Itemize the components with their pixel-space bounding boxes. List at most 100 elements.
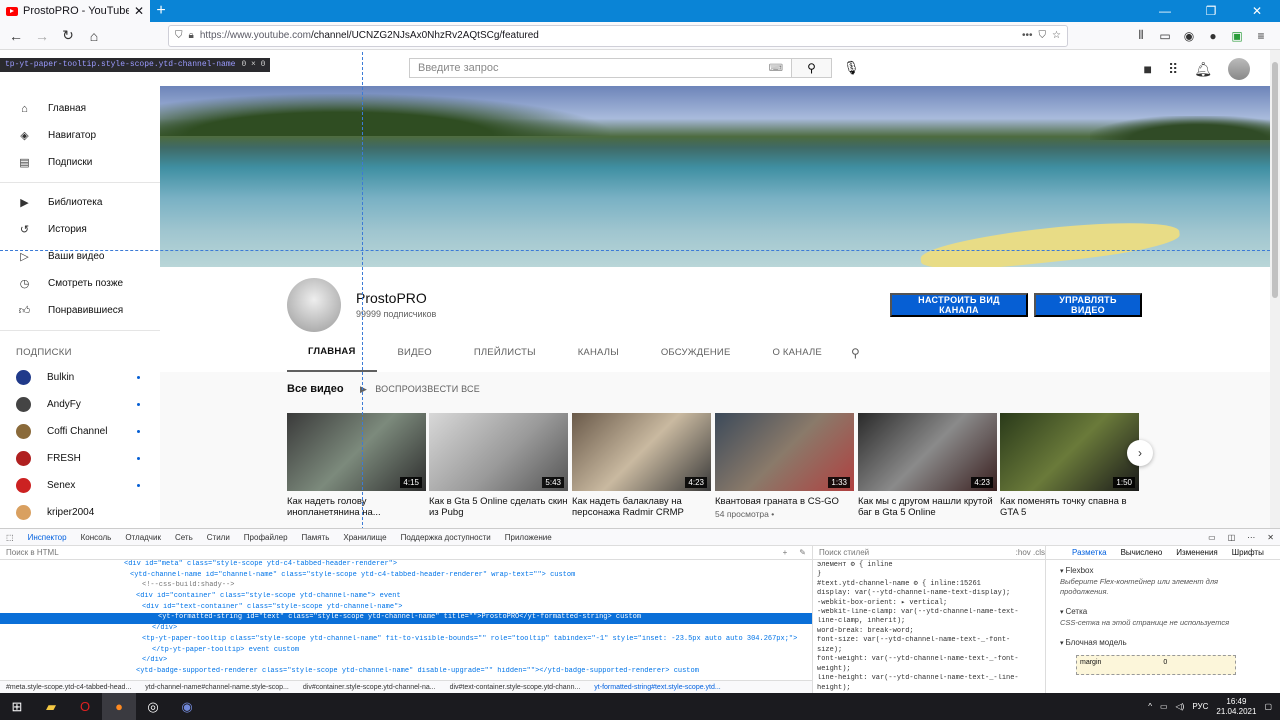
css-rule-line[interactable]: -webkit-box-orient: ▸ vertical; — [813, 598, 1045, 608]
breadcrumb-item[interactable]: ytd-channel-name#channel-name.style-scop… — [145, 684, 289, 691]
customize-channel-button[interactable]: НАСТРОИТЬ ВИД КАНАЛА — [890, 293, 1028, 317]
tab-home[interactable]: ГЛАВНАЯ — [287, 333, 377, 372]
video-thumbnail[interactable]: 5:43 — [429, 413, 568, 491]
sidebar-sub-item[interactable]: FRESH — [0, 445, 160, 472]
html-line[interactable]: <ytd-channel-name id="channel-name" clas… — [0, 571, 812, 582]
notifications-icon[interactable]: ▢ — [1264, 702, 1272, 711]
tab-playlists[interactable]: ПЛЕЙЛИСТЫ — [453, 333, 557, 372]
html-line[interactable]: <div id="text-container" class="style-sc… — [0, 603, 812, 614]
css-rule-line[interactable]: line-height: var(--ytd-channel-name-text… — [813, 674, 1045, 684]
video-card[interactable]: 4:23 Как мы с другом нашли крутой баг в … — [858, 413, 997, 518]
sidebar-item-subscriptions[interactable]: ▤ Подписки — [0, 149, 160, 176]
sidebar-item-library[interactable]: ▶ Библиотека — [0, 189, 160, 216]
responsive-icon[interactable]: ▭ — [1208, 533, 1216, 542]
css-rule-line[interactable]: #text.ytd-channel-name ⚙ { inline:15261 — [813, 579, 1045, 589]
css-rule-line[interactable]: font-size: var(--ytd-channel-name-text-_… — [813, 636, 1045, 646]
section-title[interactable]: Все видео — [287, 383, 344, 395]
volume-icon[interactable]: ◁) — [1176, 702, 1185, 711]
sidebar-sub-item[interactable]: Senex — [0, 472, 160, 499]
clock[interactable]: 16:49 21.04.2021 — [1216, 697, 1256, 717]
reload-icon[interactable]: ↻ — [56, 24, 80, 48]
create-video-icon[interactable]: ■ — [1143, 61, 1151, 77]
tab-videos[interactable]: ВИДЕО — [377, 333, 453, 372]
bookmark-star-icon[interactable]: ☆ — [1052, 30, 1061, 41]
browser-tab[interactable]: ProstoPRO - YouTube ✕ — [0, 0, 150, 22]
url-text[interactable]: https://www.youtube.com/channel/UCNZG2NJ… — [200, 30, 1016, 41]
sidebar-item-history[interactable]: ↺ История — [0, 216, 160, 243]
video-card[interactable]: 1:50 Как поменять точку спавна в GTA 5 — [1000, 413, 1139, 518]
shield-icon[interactable]: ⛉ — [175, 30, 183, 41]
sidebar-sub-item[interactable]: kriper2004 — [0, 499, 160, 526]
search-button[interactable]: ⚲ — [792, 58, 832, 78]
address-bar[interactable]: ⛉ 🔒︎ https://www.youtube.com/channel/UCN… — [168, 24, 1068, 47]
play-all-button[interactable]: ▶ ВОСПРОИЗВЕСТИ ВСЕ — [360, 384, 480, 395]
css-rule-line[interactable]: -webkit-line-clamp: var(--ytd-channel-na… — [813, 608, 1045, 618]
css-rule-line[interactable]: } — [813, 570, 1045, 580]
file-explorer-icon[interactable]: ▰ — [34, 693, 68, 720]
page-scrollbar[interactable] — [1270, 50, 1280, 530]
boxmodel-section[interactable]: Блочная модель — [1046, 632, 1280, 649]
changes-tab[interactable]: Изменения — [1176, 548, 1217, 557]
video-title[interactable]: Как поменять точку спавна в GTA 5 — [1000, 496, 1139, 518]
opera-icon[interactable]: O — [68, 693, 102, 720]
sidebar-item-your-videos[interactable]: ▷ Ваши видео — [0, 243, 160, 270]
devtools-tab-memory[interactable]: Память — [302, 533, 330, 542]
apps-icon[interactable]: ⠿ — [1168, 61, 1178, 78]
styles-filter[interactable]: Поиск стилей :hov .cls — [813, 546, 1045, 560]
video-card[interactable]: 5:43 Как в Gta 5 Online сделать скин из … — [429, 413, 568, 518]
lock-icon[interactable]: 🔒︎ — [189, 30, 194, 41]
sidebar-icon[interactable]: ▭ — [1156, 27, 1174, 45]
language-indicator[interactable]: РУС — [1192, 702, 1208, 711]
html-line[interactable]: <!--css-build:shady--> — [0, 581, 812, 592]
carousel-next-button[interactable]: › — [1127, 440, 1153, 466]
video-card[interactable]: 4:23 Как надеть балаклаву на персонажа R… — [572, 413, 711, 518]
html-line[interactable]: <ytd-badge-supported-renderer class="sty… — [0, 667, 812, 678]
close-tab-icon[interactable]: ✕ — [134, 4, 144, 18]
fonts-tab[interactable]: Шрифты — [1232, 548, 1264, 557]
html-line[interactable]: </tp-yt-paper-tooltip> event custom — [0, 646, 812, 657]
tray-arrow-icon[interactable]: ^ — [1148, 702, 1152, 711]
devtools-close-icon[interactable]: ✕ — [1267, 533, 1274, 542]
video-title[interactable]: Как в Gta 5 Online сделать скин из Pubg — [429, 496, 568, 518]
video-thumbnail[interactable]: 4:23 — [858, 413, 997, 491]
css-rule-line[interactable]: height); — [813, 684, 1045, 694]
video-title[interactable]: Как надеть голову инопланетянина на... — [287, 496, 426, 518]
html-line[interactable]: <div id="container" class="style-scope y… — [0, 592, 812, 603]
css-rule-line[interactable]: элемент ⚙ { inline — [813, 560, 1045, 570]
notifications-bell-icon[interactable]: 🔔︎ — [1194, 61, 1212, 78]
channel-avatar[interactable] — [287, 278, 341, 332]
video-thumbnail[interactable]: 4:15 — [287, 413, 426, 491]
layout-tab[interactable]: Разметка — [1072, 548, 1107, 557]
sidebar-sub-item[interactable]: AndyFy — [0, 391, 160, 418]
html-line[interactable]: </div> — [0, 656, 812, 667]
windows-start-icon[interactable]: ⊞ — [0, 693, 34, 720]
dock-icon[interactable]: ◫ — [1228, 533, 1236, 542]
pick-element-icon[interactable]: ⬚ — [6, 533, 14, 542]
extension2-icon[interactable]: ▣ — [1228, 27, 1246, 45]
video-title[interactable]: Как надеть балаклаву на персонажа Radmir… — [572, 496, 711, 518]
video-card[interactable]: 4:15 Как надеть голову инопланетянина на… — [287, 413, 426, 518]
css-rule-line[interactable]: word-break: break-word; — [813, 627, 1045, 637]
account-icon[interactable]: ◉ — [1180, 27, 1198, 45]
restore-icon[interactable]: ❐ — [1188, 0, 1234, 22]
css-rule-line[interactable]: weight); — [813, 665, 1045, 675]
devtools-tab-storage[interactable]: Хранилище — [343, 533, 386, 542]
manage-videos-button[interactable]: УПРАВЛЯТЬ ВИДЕО — [1034, 293, 1142, 317]
devtools-tab-profiler[interactable]: Профайлер — [244, 533, 288, 542]
video-card[interactable]: 1:33 Квантовая граната в CS-GO 54 просмо… — [715, 413, 854, 519]
html-line[interactable]: <div id="meta" class="style-scope ytd-c4… — [0, 560, 812, 571]
tab-channels[interactable]: КАНАЛЫ — [557, 333, 640, 372]
tab-about[interactable]: О КАНАЛЕ — [751, 333, 842, 372]
breadcrumb-item[interactable]: div#container.style-scope.ytd-channel-na… — [303, 684, 436, 691]
sidebar-item-watch-later[interactable]: ◷ Смотреть позже — [0, 270, 160, 297]
devtools-tab-application[interactable]: Приложение — [505, 533, 552, 542]
sidebar-sub-item[interactable]: Bulkin — [0, 364, 160, 391]
styles-options[interactable]: :hov .cls — [1016, 548, 1045, 557]
library-icon[interactable]: ⫴ — [1132, 27, 1150, 45]
breadcrumb-item[interactable]: #meta.style-scope.ytd-c4-tabbed-head... — [6, 684, 131, 691]
discord-icon[interactable]: ◉ — [170, 693, 204, 720]
video-thumbnail[interactable]: 4:23 — [572, 413, 711, 491]
css-rule-line[interactable]: size); — [813, 646, 1045, 656]
obs-icon[interactable]: ◎ — [136, 693, 170, 720]
devtools-tab-console[interactable]: Консоль — [81, 533, 112, 542]
